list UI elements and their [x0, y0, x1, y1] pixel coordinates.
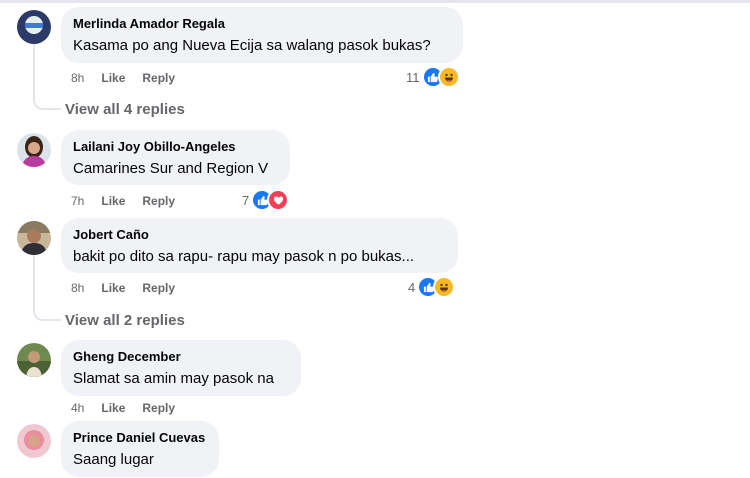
reply-button[interactable]: Reply: [142, 400, 175, 416]
comment-author[interactable]: Lailani Joy Obillo-Angeles: [73, 139, 278, 155]
comment-actions: 8h Like Reply: [71, 280, 192, 296]
top-divider: [0, 0, 750, 3]
profile-photo-icon: [17, 221, 51, 255]
like-button[interactable]: Like: [101, 70, 125, 86]
comment-author[interactable]: Prince Daniel Cuevas: [73, 430, 207, 446]
reaction-summary[interactable]: 11: [406, 66, 460, 88]
haha-icon: [433, 276, 456, 298]
comment-actions: 7h Like Reply: [71, 193, 192, 209]
reaction-count: 4: [408, 279, 416, 295]
reaction-count: 11: [406, 69, 420, 85]
comment-text: bakit po dito sa rapu- rapu may pasok n …: [73, 248, 415, 265]
comment-timestamp[interactable]: 8h: [71, 280, 84, 296]
haha-icon: [437, 66, 460, 88]
love-icon: [267, 189, 290, 211]
comment-bubble: Prince Daniel Cuevas Saang lugar: [61, 421, 219, 477]
comment-actions: 8h Like Reply: [71, 70, 192, 86]
profile-photo-icon: [17, 10, 51, 44]
reply-thread-line: [33, 255, 61, 321]
profile-photo-icon: [17, 133, 51, 167]
avatar[interactable]: [17, 343, 51, 377]
view-replies-link[interactable]: View all 2 replies: [65, 312, 185, 329]
comment-timestamp[interactable]: 4h: [71, 400, 84, 416]
comment-actions: 4h Like Reply: [71, 400, 192, 416]
like-button[interactable]: Like: [101, 400, 125, 416]
comment-text: Kasama po ang Nueva Ecija sa walang paso…: [73, 37, 431, 54]
view-replies-link[interactable]: View all 4 replies: [65, 101, 185, 118]
avatar[interactable]: [17, 10, 51, 44]
avatar[interactable]: [17, 133, 51, 167]
reply-thread-line: [33, 42, 61, 110]
reply-button[interactable]: Reply: [142, 280, 175, 296]
like-button[interactable]: Like: [101, 193, 125, 209]
comment-text: Slamat sa amin may pasok na: [73, 370, 274, 387]
profile-photo-icon: [17, 424, 51, 458]
comment-timestamp[interactable]: 8h: [71, 70, 84, 86]
comment-timestamp[interactable]: 7h: [71, 193, 84, 209]
avatar[interactable]: [17, 221, 51, 255]
reaction-summary[interactable]: 7: [242, 189, 290, 211]
comment-bubble: Lailani Joy Obillo-Angeles Camarines Sur…: [61, 130, 290, 185]
comment-bubble: Jobert Caño bakit po dito sa rapu- rapu …: [61, 218, 458, 273]
comment-author[interactable]: Gheng December: [73, 349, 289, 365]
profile-photo-icon: [17, 343, 51, 377]
comment-author[interactable]: Merlinda Amador Regala: [73, 16, 451, 32]
comment-author[interactable]: Jobert Caño: [73, 227, 446, 243]
comment-text: Saang lugar: [73, 451, 154, 468]
comment-text: Camarines Sur and Region V: [73, 160, 269, 177]
reply-button[interactable]: Reply: [142, 70, 175, 86]
comment-bubble: Gheng December Slamat sa amin may pasok …: [61, 340, 301, 396]
avatar[interactable]: [17, 424, 51, 458]
reaction-count: 7: [242, 192, 250, 208]
like-button[interactable]: Like: [101, 280, 125, 296]
reaction-summary[interactable]: 4: [408, 276, 456, 298]
comment-bubble: Merlinda Amador Regala Kasama po ang Nue…: [61, 7, 463, 63]
reply-button[interactable]: Reply: [142, 193, 175, 209]
